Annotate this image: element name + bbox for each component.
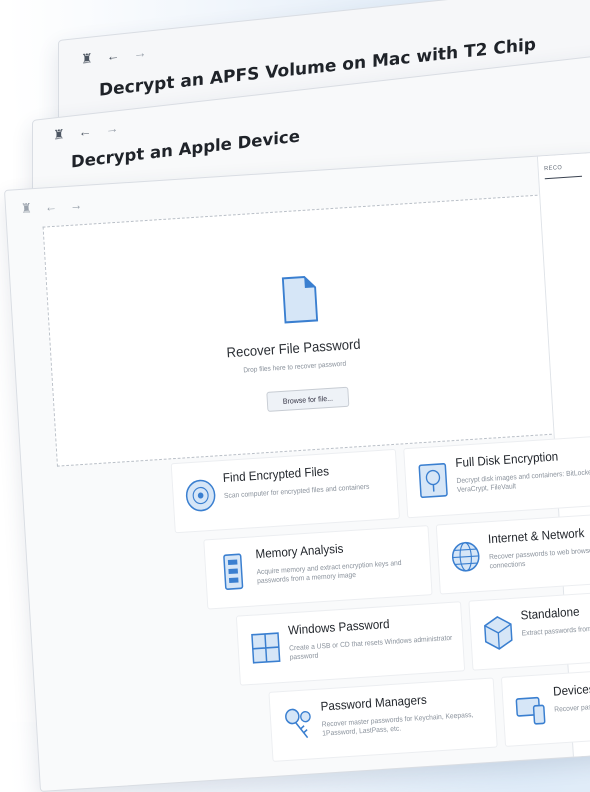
card-full-disk-encryption[interactable]: Full Disk Encryption Decrypt disk images…	[403, 433, 590, 519]
cube-icon	[484, 616, 513, 650]
keys-icon	[285, 708, 311, 739]
card-title: Password Managers	[320, 692, 428, 714]
card-title: Find Encrypted Files	[222, 464, 330, 486]
memory-chip-icon	[223, 553, 244, 590]
arrow-left-icon[interactable]: ←	[44, 199, 57, 215]
card-desc: Recover master passwords for Keychain, K…	[321, 709, 474, 738]
card-title: Memory Analysis	[255, 541, 344, 562]
browse-file-button[interactable]: Browse for file...	[266, 386, 350, 412]
windows-icon	[251, 632, 281, 664]
home-icon[interactable]: ♜	[81, 50, 93, 66]
card-memory-analysis[interactable]: Memory Analysis Acquire memory and extra…	[203, 525, 433, 610]
right-panel-underline	[544, 175, 583, 180]
arrow-left-icon[interactable]: ←	[107, 48, 120, 64]
right-panel-label: RECO	[544, 165, 563, 173]
arrow-right-icon[interactable]: →	[70, 197, 83, 213]
nav-bar: ♜ ← →	[53, 120, 119, 142]
nav-bar: ♜ ← →	[81, 45, 147, 67]
disk-encryption-icon	[418, 463, 448, 499]
home-icon[interactable]: ♜	[21, 200, 33, 216]
card-desc: Acquire memory and extract encryption ke…	[256, 557, 402, 586]
arrow-right-icon[interactable]: →	[134, 45, 147, 61]
card-standalone[interactable]: Standalone Extract passwords from extern…	[468, 586, 590, 671]
card-title: Standalone	[520, 604, 580, 623]
devices-icon	[515, 696, 546, 725]
card-title: Full Disk Encryption	[455, 449, 559, 471]
window-main[interactable]: ♜ ← → Recover File Password Drop files h…	[4, 151, 590, 792]
card-title: Devices	[552, 681, 590, 699]
document-icon	[281, 276, 319, 324]
card-desc: Recover passwords to web browsers and ne…	[488, 543, 590, 571]
globe-icon	[451, 541, 480, 572]
card-title: Internet & Network	[487, 526, 585, 547]
nav-bar: ♜ ← →	[21, 197, 83, 216]
file-dropzone[interactable]: Recover File Password Drop files here to…	[42, 190, 590, 467]
arrow-right-icon[interactable]: →	[106, 120, 119, 136]
card-windows-password[interactable]: Windows Password Create a USB or CD that…	[235, 601, 466, 686]
card-find-encrypted-files[interactable]: Find Encrypted Files Scan computer for e…	[170, 448, 400, 534]
disc-icon	[185, 479, 216, 512]
card-desc: Decrypt disk images and containers: BitL…	[456, 467, 590, 495]
card-title: Windows Password	[287, 616, 390, 638]
card-internet-network[interactable]: Internet & Network Recover passwords to …	[435, 510, 590, 595]
card-devices[interactable]: Devices Recover passwords for devices	[500, 662, 590, 747]
card-password-managers[interactable]: Password Managers Recover master passwor…	[268, 677, 498, 762]
arrow-left-icon[interactable]: ←	[79, 123, 92, 139]
home-icon[interactable]: ♜	[53, 126, 65, 142]
card-desc: Create a USB or CD that resets Windows a…	[288, 632, 453, 662]
app-stage: ♜ ← → Decrypt an APFS Volume on Mac with…	[0, 0, 590, 792]
